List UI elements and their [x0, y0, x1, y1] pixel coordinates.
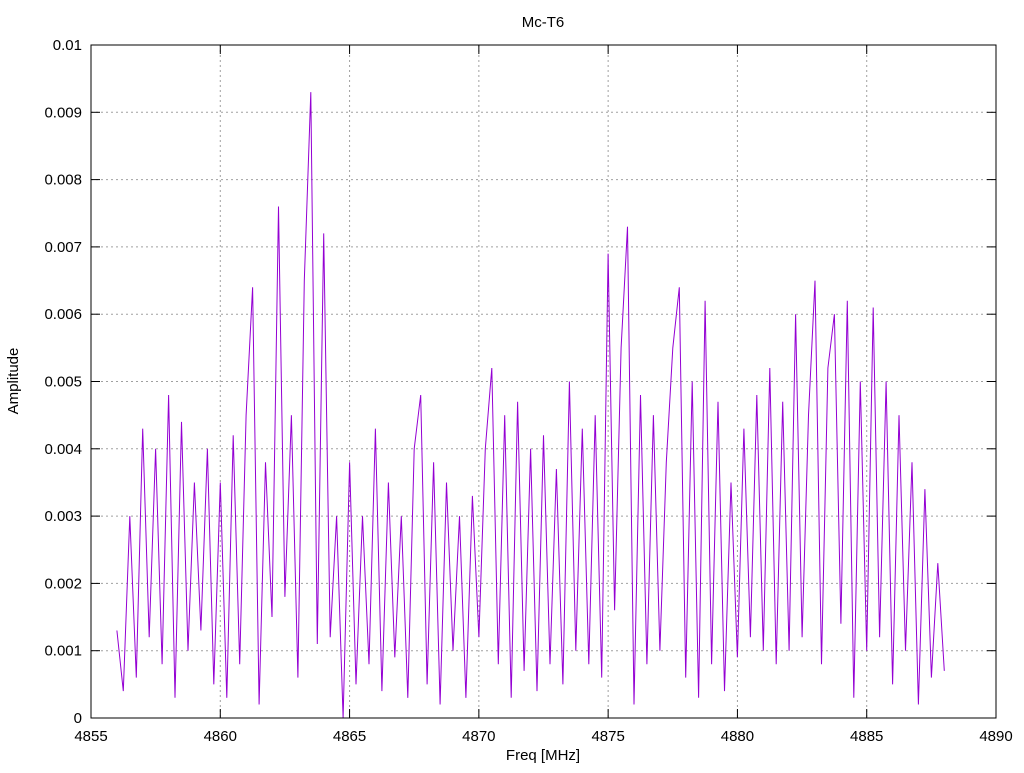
x-tick-label: 4890	[979, 728, 1012, 745]
x-tick-label: 4865	[333, 728, 366, 745]
chart-title: Mc-T6	[522, 14, 565, 31]
axis-ticks: 4855 4860 4865 4870 4875 4880 4885 4890 0 0.001 0.…	[44, 37, 1012, 745]
x-tick-label: 4885	[850, 728, 883, 745]
y-tick-label: 0.007	[44, 239, 82, 256]
y-tick-label: 0.009	[44, 104, 82, 121]
y-tick-label: 0.01	[53, 37, 82, 54]
series-line	[116, 92, 945, 719]
y-tick-label: 0.004	[44, 441, 82, 458]
y-tick-label: 0.001	[44, 643, 82, 660]
y-tick-label: 0.005	[44, 374, 82, 391]
amplitude-chart: 4855 4860 4865 4870 4875 4880 4885 4890 0 0.001 0.…	[5, 14, 1013, 764]
x-tick-label: 4880	[721, 728, 754, 745]
y-tick-label: 0.006	[44, 306, 82, 323]
x-axis-label: Freq [MHz]	[506, 747, 580, 764]
y-tick-label: 0.003	[44, 508, 82, 525]
y-axis-label: Amplitude	[5, 348, 22, 415]
x-tick-label: 4855	[74, 728, 107, 745]
x-tick-label: 4870	[462, 728, 495, 745]
x-tick-label: 4875	[591, 728, 624, 745]
y-tick-label: 0	[74, 710, 82, 727]
x-tick-label: 4860	[204, 728, 237, 745]
y-tick-label: 0.002	[44, 575, 82, 592]
y-tick-label: 0.008	[44, 172, 82, 189]
